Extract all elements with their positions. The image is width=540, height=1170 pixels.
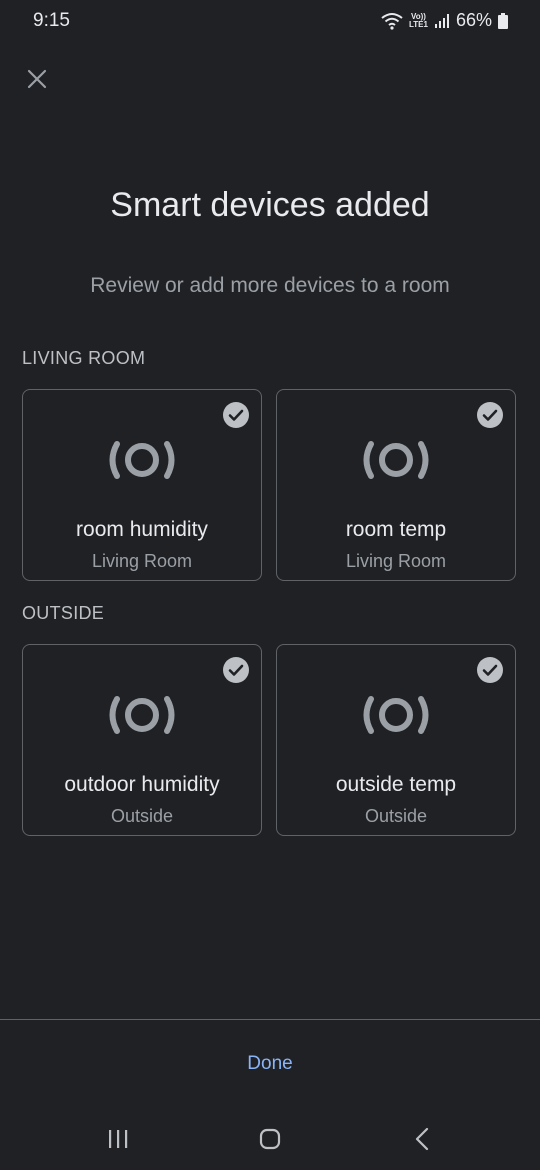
- device-name: outdoor humidity: [64, 773, 220, 796]
- check-circle-icon: [223, 402, 249, 428]
- close-icon: [27, 69, 47, 89]
- check-circle-icon: [223, 657, 249, 683]
- back-button[interactable]: [402, 1124, 442, 1154]
- volte-label: Vo)) LTE1: [409, 11, 428, 29]
- status-indicators: Vo)) LTE1 66%: [381, 10, 508, 31]
- close-button[interactable]: [20, 62, 54, 96]
- page-subtitle: Review or add more devices to a room: [90, 274, 450, 297]
- page-title: Smart devices added: [110, 186, 430, 224]
- device-card-outdoor-humidity[interactable]: outdoor humidity Outside: [22, 644, 262, 836]
- section-label-outside: OUTSIDE: [22, 603, 105, 623]
- device-room: Outside: [110, 806, 174, 826]
- done-button[interactable]: Done: [200, 1044, 340, 1084]
- section-label-living-room: LIVING ROOM: [22, 348, 146, 368]
- device-name: outside temp: [335, 773, 457, 796]
- device-room: Outside: [364, 806, 428, 826]
- battery-icon: [498, 12, 508, 29]
- sensor-icon: [109, 696, 175, 734]
- device-card-room-humidity[interactable]: room humidity Living Room: [22, 389, 262, 581]
- status-bar: 9:15 Vo)) LTE1 66%: [0, 0, 540, 44]
- device-room: Living Room: [345, 551, 447, 571]
- check-circle-icon: [477, 657, 503, 683]
- home-button[interactable]: [250, 1124, 290, 1154]
- sensor-icon: [363, 441, 429, 479]
- wifi-icon: [381, 12, 403, 30]
- check-circle-icon: [477, 402, 503, 428]
- recents-icon: [109, 1130, 128, 1148]
- status-time: 9:15: [33, 10, 70, 31]
- back-icon: [415, 1127, 429, 1151]
- device-room: Living Room: [91, 551, 193, 571]
- footer-divider: [0, 1019, 540, 1020]
- device-name: room humidity: [76, 518, 208, 541]
- recents-button[interactable]: [98, 1124, 138, 1154]
- battery-percent: 66%: [455, 10, 492, 30]
- device-card-room-temp[interactable]: room temp Living Room: [276, 389, 516, 581]
- home-icon: [259, 1128, 281, 1150]
- device-card-outside-temp[interactable]: outside temp Outside: [276, 644, 516, 836]
- device-name: room temp: [345, 518, 447, 541]
- system-nav-bar: [0, 1110, 540, 1170]
- signal-icon: [434, 13, 449, 28]
- sensor-icon: [363, 696, 429, 734]
- sensor-icon: [109, 441, 175, 479]
